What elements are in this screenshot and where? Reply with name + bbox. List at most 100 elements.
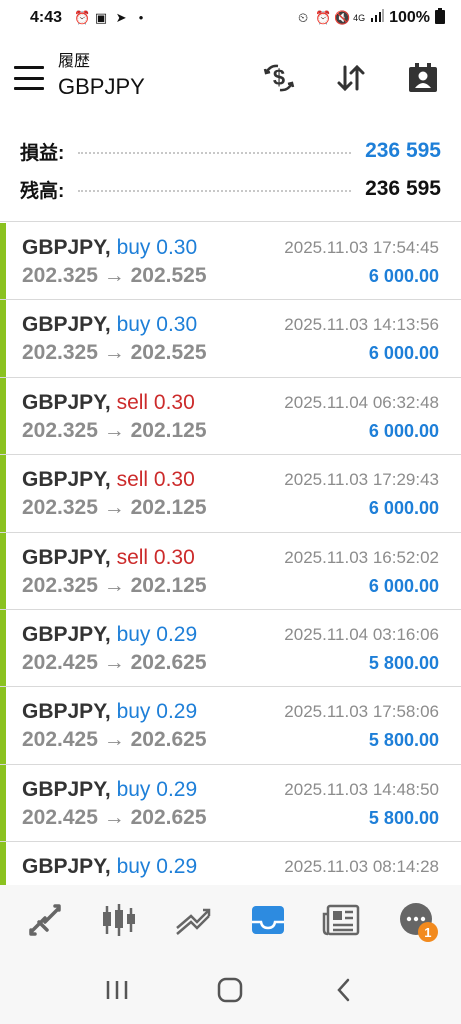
more-notifications-dot-icon: • xyxy=(138,10,144,25)
arrow-right-icon: → xyxy=(103,264,125,287)
back-icon[interactable] xyxy=(324,970,364,1010)
history-icon[interactable] xyxy=(244,896,292,944)
account-summary: 損益: 236 595 残高: 236 595 xyxy=(0,122,461,222)
trade-profit: 5 800.00 xyxy=(368,807,439,828)
page-subtitle: 履歴 xyxy=(58,53,91,70)
trade-time: 2025.11.03 16:52:02 xyxy=(284,547,439,567)
profit-loss-label: 損益: xyxy=(20,142,65,164)
arrow-right-icon: → xyxy=(103,650,125,674)
trade-icon[interactable] xyxy=(169,896,217,944)
status-right: ⏲ ⏰ 🔇 4G 100% xyxy=(296,7,445,29)
trade-side: sell xyxy=(116,545,149,569)
trade-profit: 6 000.00 xyxy=(368,343,439,364)
news-icon[interactable] xyxy=(318,896,366,944)
quotes-icon[interactable] xyxy=(21,896,69,944)
menu-line xyxy=(14,87,44,90)
trade-open-price: 202.425 xyxy=(22,650,98,674)
trade-profit: 6 000.00 xyxy=(368,575,439,596)
chat-icon[interactable]: 1 xyxy=(392,896,440,944)
battery-percent: 100% xyxy=(389,9,430,26)
account-contact-icon[interactable] xyxy=(405,60,441,96)
trade-time: 2025.11.03 17:58:06 xyxy=(284,702,439,722)
status-left: 4:43 ⏰ ▣ ➤ • xyxy=(30,9,148,27)
trade-side: buy xyxy=(116,313,151,337)
trade-side: sell xyxy=(116,390,149,414)
trade-symbol: GBPJPY, xyxy=(22,777,111,801)
telegram-icon: ➤ xyxy=(115,10,127,25)
trade-row[interactable]: GBPJPY, sell 0.30 202.325 → 202.125 2025.1… xyxy=(0,377,461,456)
trade-row[interactable]: GBPJPY, buy 0.29202.425 → 202.6252025.11… xyxy=(0,609,461,688)
trade-prices: 202.425 → 202.625 xyxy=(22,650,207,676)
battery-icon xyxy=(435,7,445,29)
trade-history-list[interactable]: GBPJPY, buy 0.30 202.325 → 202.525 2025.11… xyxy=(0,223,461,885)
sort-icon[interactable] xyxy=(333,60,369,96)
trade-symbol: GBPJPY, xyxy=(22,545,111,569)
dotted-leader xyxy=(78,152,352,154)
trade-profit: 5 800.00 xyxy=(368,652,439,673)
trade-title: GBPJPY, buy 0.30 xyxy=(22,235,197,261)
page-title: GBPJPY xyxy=(58,74,145,99)
trade-open-price: 202.325 xyxy=(22,573,98,597)
trade-row[interactable]: GBPJPY, buy 0.30 202.325 → 202.525 2025.11… xyxy=(0,300,461,378)
trade-open-price: 202.425 xyxy=(22,805,98,829)
trade-close-price: 202.625 xyxy=(130,650,207,674)
system-navigation-bar xyxy=(0,955,461,1024)
trade-close-price: 202.125 xyxy=(130,573,207,597)
trade-close-price: 202.625 xyxy=(130,805,207,829)
trade-side: buy xyxy=(116,622,151,646)
currency-exchange-icon[interactable]: $ xyxy=(261,60,297,96)
alarm-clock-icon: ⏰ xyxy=(315,10,332,25)
app-header: 履歴 GBPJPY $ xyxy=(0,36,461,122)
trade-time: 2025.11.03 14:13:56 xyxy=(284,315,439,335)
profit-loss-value: 236 595 xyxy=(365,139,441,162)
trade-row[interactable]: GBPJPY, buy 0.29202.425 → 202.6252025.11… xyxy=(0,687,461,765)
trade-symbol: GBPJPY, xyxy=(22,313,111,337)
dotted-leader xyxy=(78,190,352,192)
trade-row[interactable]: GBPJPY, sell 0.30 202.325 → 202.125 2025.1… xyxy=(0,455,461,533)
trade-row[interactable]: GBPJPY, buy 0.30 202.325 → 202.525 2025.11… xyxy=(0,223,461,301)
hamburger-menu-icon[interactable] xyxy=(14,66,44,90)
home-icon[interactable] xyxy=(210,970,250,1010)
trade-accent-bar xyxy=(0,377,6,455)
trade-close-price: 202.525 xyxy=(130,341,207,365)
arrow-right-icon: → xyxy=(103,805,125,829)
trade-close-price: 202.125 xyxy=(130,418,207,442)
recents-icon[interactable] xyxy=(97,970,137,1010)
trade-close-price: 202.525 xyxy=(130,264,207,287)
arrow-right-icon: → xyxy=(103,728,125,752)
svg-text:$: $ xyxy=(273,65,285,90)
header-actions: $ xyxy=(261,60,441,96)
trade-title: GBPJPY, sell 0.30 xyxy=(22,467,195,493)
trade-accent-bar xyxy=(0,223,6,300)
trade-open-price: 202.425 xyxy=(22,728,98,752)
trade-row[interactable]: GBPJPY, buy 0.29202.425 → 202.6252025.11… xyxy=(0,764,461,843)
balance-label: 残高: xyxy=(20,180,65,202)
trade-profit: 6 000.00 xyxy=(368,420,439,441)
trade-title: GBPJPY, buy 0.29 xyxy=(22,622,197,648)
trade-title: GBPJPY, sell 0.30 xyxy=(22,390,195,416)
alarm-icon: ⏰ xyxy=(74,10,91,25)
trade-symbol: GBPJPY, xyxy=(22,855,111,879)
trade-volume: 0.29 xyxy=(156,622,198,646)
trade-close-price: 202.625 xyxy=(130,728,207,752)
trade-symbol: GBPJPY, xyxy=(22,468,111,492)
trade-open-price: 202.325 xyxy=(22,341,98,365)
signal-icon xyxy=(370,8,385,28)
trade-open-price: 202.325 xyxy=(22,418,98,442)
divider xyxy=(0,221,461,222)
trade-side: buy xyxy=(116,855,151,879)
trade-title: GBPJPY, sell 0.30 xyxy=(22,545,195,571)
trade-row[interactable]: GBPJPY, buy 0.29202.425 → 202.6252025.11… xyxy=(0,842,461,885)
trade-time: 2025.11.03 08:14:28 xyxy=(284,857,439,877)
title-block: 履歴 GBPJPY xyxy=(58,52,145,102)
menu-line xyxy=(14,76,44,80)
chart-icon[interactable] xyxy=(95,896,143,944)
trade-accent-bar xyxy=(0,532,6,609)
trade-time: 2025.11.03 17:29:43 xyxy=(284,470,439,490)
trade-row[interactable]: GBPJPY, sell 0.30 202.325 → 202.125 2025.1… xyxy=(0,532,461,610)
menu-line xyxy=(14,66,44,69)
balance-row: 残高: 236 595 xyxy=(20,172,441,206)
trade-prices: 202.325 → 202.525 xyxy=(22,263,207,289)
trade-profit: 5 800.00 xyxy=(368,730,439,751)
trade-prices: 202.325 → 202.525 xyxy=(22,340,207,366)
